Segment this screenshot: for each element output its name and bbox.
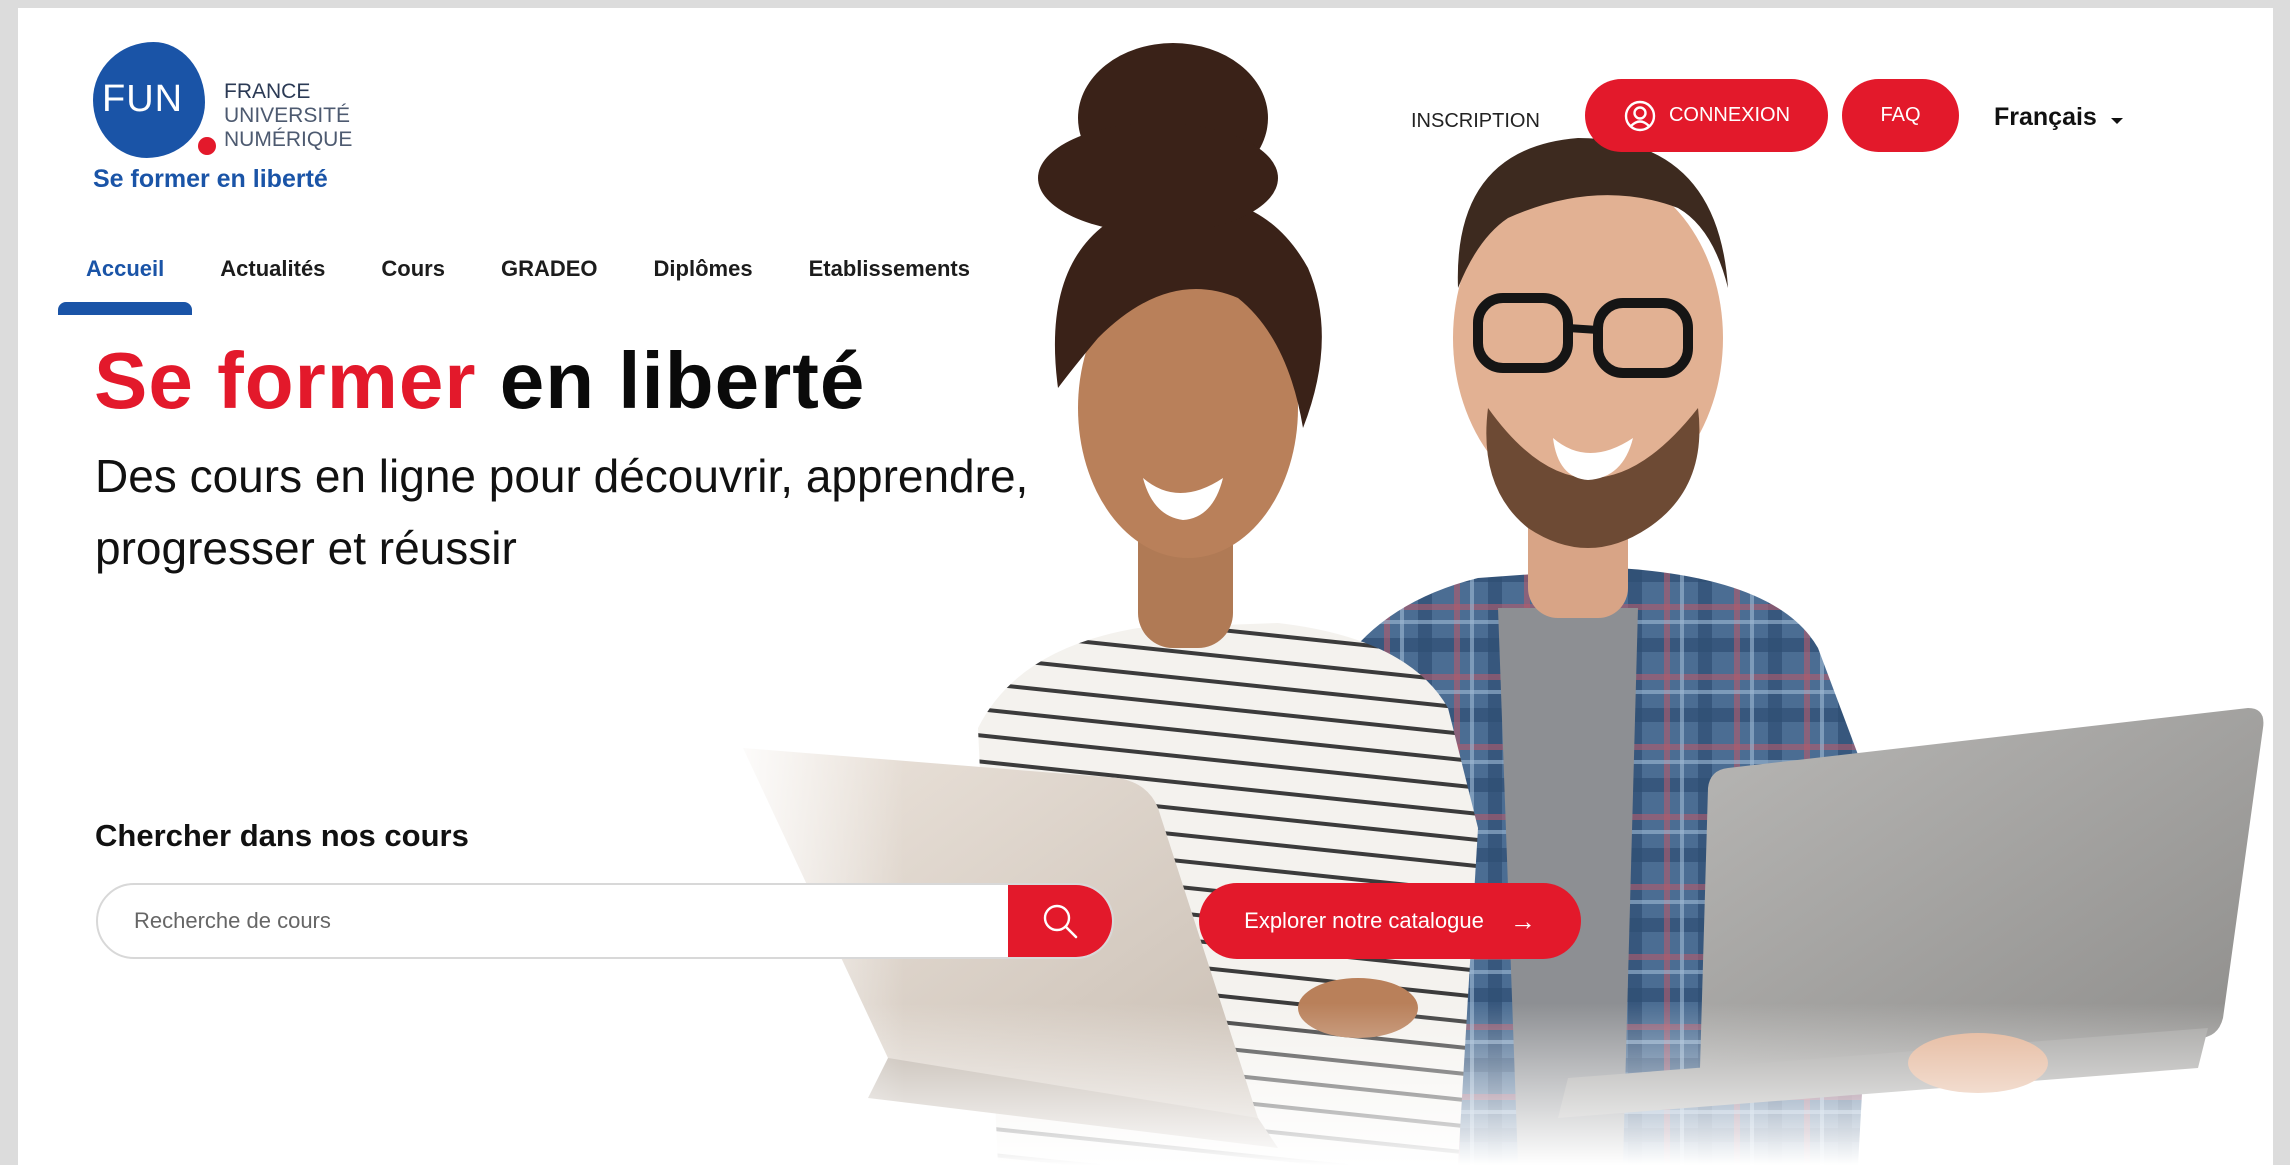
nav-item-label: Etablissements [808,256,970,281]
headline-rest: en liberté [499,336,866,425]
inscription-link[interactable]: INSCRIPTION [1411,110,1540,133]
language-selector[interactable]: Français [1994,103,2123,132]
search-input[interactable] [98,885,1013,957]
language-label: Français [1994,103,2097,131]
nav-item-label: Actualités [220,256,326,281]
nav-item-actualites[interactable]: Actualités [220,256,325,302]
connexion-label: CONNEXION [1668,104,1791,126]
page: FUN FRANCE UNIVERSITÉ NUMÉRIQUE Se forme… [18,8,2273,1165]
main-nav: Accueil Actualités Cours GRADEO Diplômes… [58,256,1026,315]
nav-item-label: Cours [381,256,445,281]
nav-item-label: Diplômes [653,256,753,281]
nav-item-label: GRADEO [500,256,598,281]
catalog-label: Explorer notre catalogue [1244,908,1484,933]
nav-item-etablissements[interactable]: Etablissements [809,256,970,302]
site-logo[interactable]: FUN FRANCE UNIVERSITÉ NUMÉRIQUE Se forme… [93,34,383,199]
logo-line-3: NUMÉRIQUE [224,128,353,151]
caret-down-icon [2110,117,2123,124]
user-circle-icon [1624,100,1656,131]
hero-headline: Se former en liberté [94,335,865,427]
search-button[interactable] [1008,885,1112,957]
nav-item-accueil[interactable]: Accueil [58,256,193,315]
logo-abbr: FUN [102,78,184,120]
hero-subtitle: Des cours en ligne pour découvrir, appre… [95,450,1029,574]
faq-button[interactable]: FAQ [1842,79,1959,152]
nav-item-cours[interactable]: Cours [381,256,445,302]
explore-catalog-button[interactable]: Explorer notre catalogue → [1199,883,1581,959]
arrow-right-icon: → [1509,905,1536,936]
nav-item-label: Accueil [86,256,165,281]
logo-line-1: FRANCE [224,80,311,103]
active-tab-indicator [58,302,193,315]
search-bar [96,883,1114,959]
nav-item-diplomes[interactable]: Diplômes [654,256,753,302]
logo-dot [198,137,216,155]
logo-line-2: UNIVERSITÉ [224,104,351,127]
logo-wordmark: FRANCE UNIVERSITÉ NUMÉRIQUE [224,80,352,152]
nav-item-gradeo[interactable]: GRADEO [501,256,598,302]
logo-tagline: Se former en liberté [93,165,328,193]
search-title: Chercher dans nos cours [95,818,469,853]
hero-image [718,8,2273,1165]
search-icon [1043,904,1078,939]
headline-highlight: Se former [94,336,477,425]
faq-label: FAQ [1880,104,1921,126]
connexion-button[interactable]: CONNEXION [1585,79,1828,152]
